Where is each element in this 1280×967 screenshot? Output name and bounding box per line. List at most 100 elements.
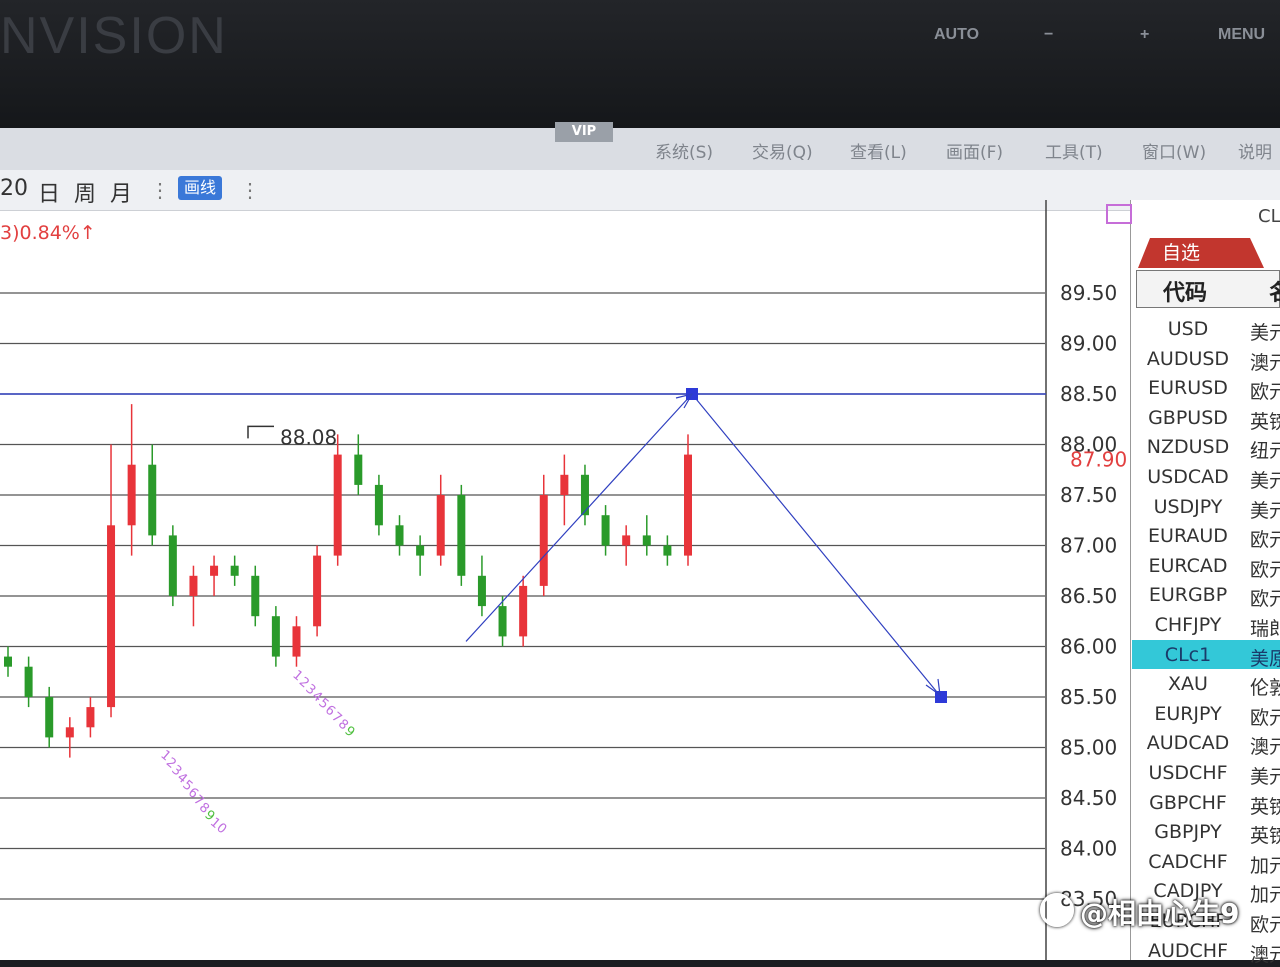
- candle-body: [86, 707, 95, 728]
- panel-title: CL: [1258, 206, 1280, 227]
- candle-body: [210, 565, 219, 576]
- candle-body: [622, 535, 631, 546]
- row-code: USDCHF: [1148, 762, 1228, 784]
- price-axis-label: 88.50: [1060, 382, 1117, 406]
- watchlist-row[interactable]: EURGBP 欧元: [1132, 580, 1280, 610]
- row-code: GBPJPY: [1154, 821, 1222, 844]
- candle-body: [498, 606, 507, 637]
- watermark-logo-icon: [1040, 893, 1074, 927]
- candle-body: [519, 585, 528, 637]
- watchlist-row[interactable]: XAU 伦敦: [1132, 669, 1280, 700]
- row-name: 欧元: [1250, 558, 1280, 581]
- candle-body: [477, 575, 486, 607]
- candle-body: [642, 535, 651, 546]
- watchlist-row[interactable]: EURUSD 欧元: [1132, 373, 1280, 404]
- candle-body: [24, 666, 33, 697]
- change-percent: 3)0.84%↑: [0, 222, 96, 244]
- row-name: 美元: [1250, 322, 1280, 344]
- watchlist-row[interactable]: EURJPY 欧元: [1132, 699, 1280, 729]
- price-axis-label: 84.00: [1060, 837, 1117, 861]
- watermark-text: @相由心生9: [1080, 897, 1240, 930]
- watchlist-row[interactable]: CHFJPY 瑞郎: [1132, 610, 1280, 640]
- candle-body: [395, 525, 404, 546]
- candle-body: [354, 454, 363, 485]
- watchlist-row[interactable]: AUDCHF 澳元: [1132, 936, 1280, 966]
- row-name: 欧元: [1250, 529, 1280, 552]
- row-name: 加元: [1250, 884, 1280, 907]
- row-name: 英镑: [1250, 795, 1280, 818]
- row-code: EURGBP: [1148, 584, 1228, 607]
- row-name: 纽元: [1250, 440, 1280, 463]
- row-name: 澳元: [1250, 351, 1280, 374]
- candle-body: [230, 565, 239, 576]
- row-code: EURAUD: [1148, 525, 1228, 548]
- panel-toggle-icon[interactable]: [1106, 204, 1132, 224]
- candle-body: [45, 697, 54, 738]
- high-price-label: 88.08: [280, 425, 337, 449]
- candle-body: [148, 464, 157, 536]
- watchlist-row[interactable]: CLc1 美原油: [1132, 639, 1280, 670]
- candle-body: [436, 495, 445, 556]
- candle-body: [684, 454, 692, 556]
- watchlist-row[interactable]: AUDUSD 澳元: [1132, 344, 1280, 374]
- price-chart[interactable]: 89.5089.0088.5088.0087.5087.0086.5086.00…: [0, 0, 1280, 960]
- row-code: CADCHF: [1148, 850, 1228, 873]
- row-code: GBPCHF: [1149, 791, 1227, 814]
- watermark: @相由心生9: [1040, 892, 1239, 932]
- watchlist-row[interactable]: GBPCHF 英镑: [1132, 788, 1280, 818]
- row-code: USD: [1167, 318, 1209, 340]
- row-name: 欧元: [1250, 381, 1280, 404]
- watchlist-row[interactable]: USDJPY 美元: [1132, 492, 1280, 522]
- row-name: 瑞郎: [1250, 618, 1280, 640]
- price-axis-label: 87.00: [1060, 534, 1117, 558]
- watchlist-row[interactable]: CADCHF 加元: [1132, 847, 1280, 877]
- column-name[interactable]: 名: [1269, 275, 1280, 307]
- row-code: XAU: [1168, 673, 1208, 696]
- watchlist-row[interactable]: USDCHF 美元: [1132, 758, 1280, 788]
- row-name: 澳元: [1250, 736, 1280, 759]
- watchlist-row[interactable]: AUDCAD 澳元: [1132, 728, 1280, 759]
- column-code[interactable]: 代码: [1163, 275, 1207, 307]
- row-name: 美元: [1250, 470, 1280, 492]
- candle-body: [560, 474, 569, 495]
- candle-body: [271, 616, 280, 657]
- watchlist-row[interactable]: EURCAD 欧元: [1132, 551, 1280, 581]
- watchlist-row[interactable]: EURAUD 欧元: [1132, 521, 1280, 552]
- watchlist-row[interactable]: NZDUSD 纽元: [1132, 432, 1280, 463]
- row-code: CHFJPY: [1154, 614, 1222, 636]
- candle-body: [313, 555, 322, 627]
- row-name: 美元: [1250, 766, 1280, 788]
- price-axis-label: 85.50: [1060, 685, 1117, 709]
- price-axis-label: 84.50: [1060, 786, 1117, 810]
- row-name: 澳元: [1250, 943, 1280, 966]
- row-name: 伦敦: [1250, 677, 1280, 700]
- candle-body: [601, 515, 610, 546]
- watchlist-row[interactable]: USD 美元: [1132, 314, 1280, 344]
- candle-body: [4, 656, 12, 667]
- row-name: 加元: [1250, 854, 1280, 877]
- candle-body: [457, 495, 466, 576]
- candle-body: [416, 545, 425, 556]
- row-name: 英镑: [1250, 825, 1280, 848]
- candle-body: [65, 727, 74, 738]
- row-name: 美元: [1250, 499, 1280, 522]
- candle-body: [580, 474, 589, 516]
- row-code: NZDUSD: [1146, 436, 1230, 459]
- watchlist-row[interactable]: USDCAD 美元: [1132, 462, 1280, 492]
- price-axis-label: 89.00: [1060, 332, 1117, 356]
- tab-watchlist[interactable]: 自选: [1138, 238, 1264, 268]
- candle-body: [374, 484, 383, 526]
- watchlist-row[interactable]: GBPJPY 英镑: [1132, 817, 1280, 848]
- candle-body: [189, 575, 198, 596]
- row-name: 英镑: [1250, 410, 1280, 433]
- watchlist-row[interactable]: GBPUSD 英镑: [1132, 403, 1280, 433]
- row-name: 欧元: [1250, 914, 1280, 936]
- watchlist-header: 代码 名: [1136, 270, 1280, 308]
- row-name: 欧元: [1250, 706, 1280, 729]
- row-code: USDJPY: [1153, 495, 1223, 518]
- row-code: AUDCHF: [1147, 939, 1229, 962]
- price-axis-label: 85.00: [1060, 736, 1117, 760]
- row-code: GBPUSD: [1148, 406, 1228, 429]
- candle-body: [539, 495, 548, 586]
- high-marker: [247, 425, 274, 439]
